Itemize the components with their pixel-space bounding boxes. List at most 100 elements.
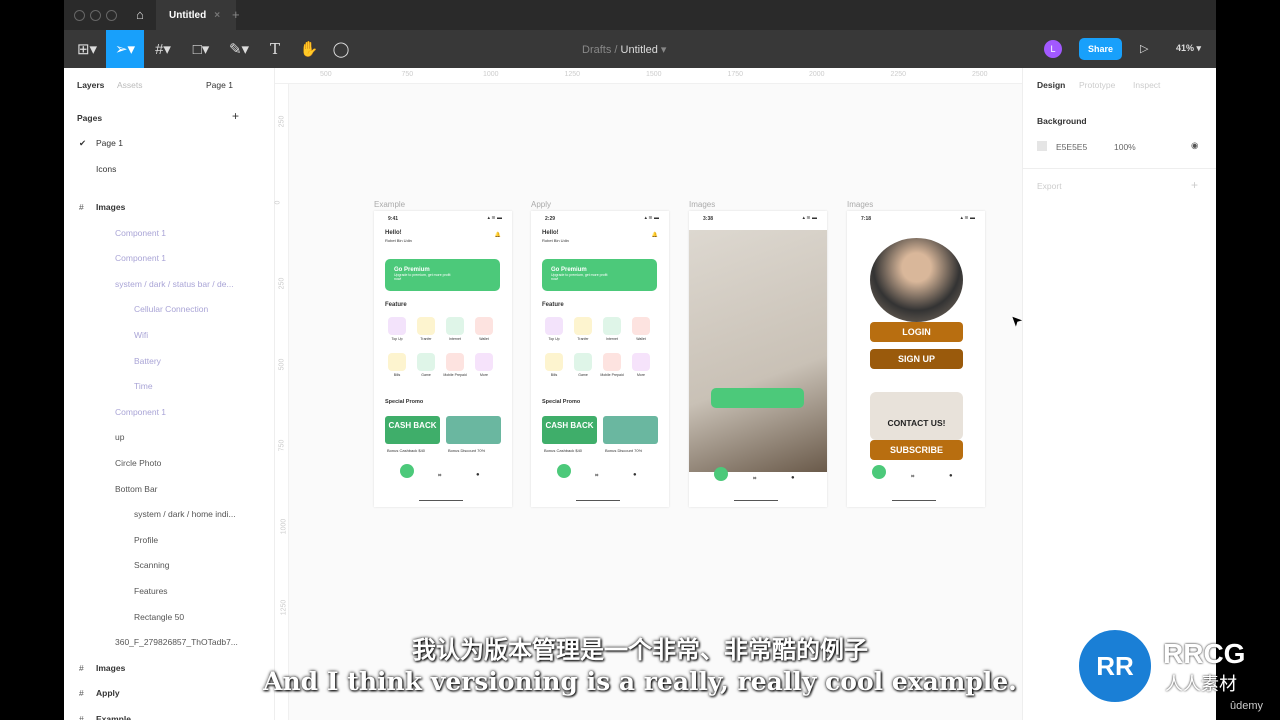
scan-icon[interactable]: ⌗ — [911, 474, 914, 481]
layer-item[interactable]: Bottom Bar — [64, 484, 275, 500]
layer-item[interactable]: Scanning — [64, 560, 275, 576]
home-fab[interactable] — [872, 465, 886, 479]
layer-item[interactable]: Component 1 — [64, 228, 275, 244]
feature-icon-more[interactable] — [632, 353, 650, 371]
layer-item[interactable]: # Images — [64, 202, 275, 218]
home-fab[interactable] — [714, 467, 728, 481]
avatar[interactable]: L — [1044, 40, 1062, 58]
tab-untitled[interactable]: Untitled × — [156, 0, 236, 30]
frame-label[interactable]: Images — [847, 200, 873, 209]
feature-icon-tranfer[interactable] — [574, 317, 592, 335]
signup-button[interactable]: SIGN UP — [870, 349, 963, 369]
layer-item[interactable]: system / dark / home indi... — [64, 509, 275, 525]
feature-icon-internet[interactable] — [603, 317, 621, 335]
new-tab-button[interactable]: + — [232, 7, 240, 22]
zoom-dropdown[interactable]: 41% ▾ — [1176, 43, 1201, 54]
tab-prototype[interactable]: Prototype — [1079, 80, 1115, 90]
profile-icon[interactable]: ● — [791, 475, 795, 481]
background-hex-input[interactable]: E5E5E5 — [1056, 142, 1087, 152]
feature-icon-bills[interactable] — [388, 353, 406, 371]
layer-item[interactable]: Component 1 — [64, 253, 275, 269]
green-button[interactable] — [711, 388, 804, 408]
add-page-icon[interactable]: + — [232, 109, 239, 123]
promo-card[interactable] — [446, 416, 501, 444]
layer-item[interactable]: Profile — [64, 535, 275, 551]
layer-item[interactable]: Circle Photo — [64, 458, 275, 474]
scan-icon[interactable]: ⌗ — [438, 473, 441, 480]
frame-label[interactable]: Images — [689, 200, 715, 209]
eye-icon[interactable]: ◉ — [1191, 140, 1198, 151]
layer-item[interactable]: system / dark / status bar / de... — [64, 279, 275, 295]
tab-layers[interactable]: Layers — [77, 80, 104, 90]
home-fab[interactable] — [400, 464, 414, 478]
feature-icon-wallet[interactable] — [632, 317, 650, 335]
feature-icon-internet[interactable] — [446, 317, 464, 335]
layer-item[interactable]: Time — [64, 381, 275, 397]
feature-icon-mobile-prepaid[interactable] — [603, 353, 621, 371]
maximize-window-button[interactable] — [106, 10, 117, 21]
add-export-icon[interactable]: + — [1191, 178, 1198, 192]
frame-label[interactable]: Example — [374, 200, 405, 209]
text-tool-icon[interactable]: T — [256, 30, 294, 68]
layer-item[interactable]: up — [64, 432, 275, 448]
home-fab[interactable] — [557, 464, 571, 478]
phone-frame[interactable]: 3:38 ▴ ≋ ▬ ⌗ ● — [689, 211, 827, 507]
feature-icon-wallet[interactable] — [475, 317, 493, 335]
share-button[interactable]: Share — [1079, 38, 1122, 60]
feature-icon-bills[interactable] — [545, 353, 563, 371]
profile-icon[interactable]: ● — [633, 472, 637, 478]
layer-item[interactable]: Features — [64, 586, 275, 602]
feature-icon-top-up[interactable] — [545, 317, 563, 335]
rectangle-tool-icon[interactable]: □▾ — [182, 30, 220, 68]
close-window-button[interactable] — [74, 10, 85, 21]
tab-design[interactable]: Design — [1037, 80, 1065, 90]
page-item[interactable]: Icons — [64, 164, 275, 180]
phone-frame[interactable]: 7:18 ▴ ≋ ▬ LOGIN SIGN UP CONTACT US! SUBSCRIB… — [847, 211, 985, 507]
layer-item[interactable]: Wifi — [64, 330, 275, 346]
subscribe-button[interactable]: SUBSCRIBE — [870, 440, 963, 460]
phone-frame[interactable]: 9:41 ▴ ≋ ▬ Hello! Robet Bin Udin 🔔 Go Premium… — [374, 211, 512, 507]
premium-banner[interactable]: Go Premium Upgrade to premium, get more p… — [385, 259, 500, 291]
minimize-window-button[interactable] — [90, 10, 101, 21]
frame-tool-icon[interactable]: #▾ — [144, 30, 182, 68]
breadcrumb-drafts[interactable]: Drafts — [582, 44, 611, 56]
close-tab-icon[interactable]: × — [214, 10, 220, 21]
layer-item[interactable]: Component 1 — [64, 407, 275, 423]
layer-item[interactable]: Cellular Connection — [64, 304, 275, 320]
premium-banner[interactable]: Go Premium Upgrade to premium, get more p… — [542, 259, 657, 291]
feature-icon-game[interactable] — [574, 353, 592, 371]
comment-tool-icon[interactable]: ◯ — [322, 30, 360, 68]
promo-card[interactable] — [603, 416, 658, 444]
background-opacity-input[interactable]: 100% — [1114, 142, 1136, 152]
breadcrumb[interactable]: Drafts / Untitled ▾ — [582, 43, 666, 56]
tab-inspect[interactable]: Inspect — [1133, 80, 1160, 90]
phone-frame[interactable]: 2:29 ▴ ≋ ▬ Hello! Robet Bin Udin 🔔 Go Premium… — [531, 211, 669, 507]
move-tool-icon[interactable]: ➢▾ — [106, 30, 144, 68]
bell-icon[interactable]: 🔔 — [652, 232, 658, 238]
main-menu-icon[interactable]: ⊞▾ — [68, 30, 106, 68]
login-button[interactable]: LOGIN — [870, 322, 963, 342]
feature-icon-mobile-prepaid[interactable] — [446, 353, 464, 371]
profile-icon[interactable]: ● — [476, 472, 480, 478]
layer-item[interactable]: # Example — [64, 714, 275, 720]
home-icon[interactable]: ⌂ — [136, 7, 144, 22]
present-play-icon[interactable]: ▷ — [1140, 42, 1148, 55]
page-item[interactable]: ✔ Page 1 — [64, 138, 275, 154]
bell-icon[interactable]: 🔔 — [495, 232, 501, 238]
canvas[interactable]: Example 9:41 ▴ ≋ ▬ Hello! Robet Bin Udin 🔔 Go … — [289, 84, 1025, 720]
feature-icon-tranfer[interactable] — [417, 317, 435, 335]
pen-tool-icon[interactable]: ✎▾ — [220, 30, 258, 68]
feature-icon-top-up[interactable] — [388, 317, 406, 335]
layer-item[interactable]: Battery — [64, 356, 275, 372]
background-swatch[interactable] — [1037, 141, 1047, 151]
frame-label[interactable]: Apply — [531, 200, 551, 209]
file-name[interactable]: Untitled — [621, 44, 658, 56]
scan-icon[interactable]: ⌗ — [595, 473, 598, 480]
page-selector[interactable]: Page 1 — [206, 80, 233, 90]
scan-icon[interactable]: ⌗ — [753, 476, 756, 483]
promo-card[interactable]: CASH BACK — [542, 416, 597, 444]
profile-icon[interactable]: ● — [949, 473, 953, 479]
feature-icon-game[interactable] — [417, 353, 435, 371]
layer-item[interactable]: Rectangle 50 — [64, 612, 275, 628]
tab-assets[interactable]: Assets — [117, 80, 143, 90]
